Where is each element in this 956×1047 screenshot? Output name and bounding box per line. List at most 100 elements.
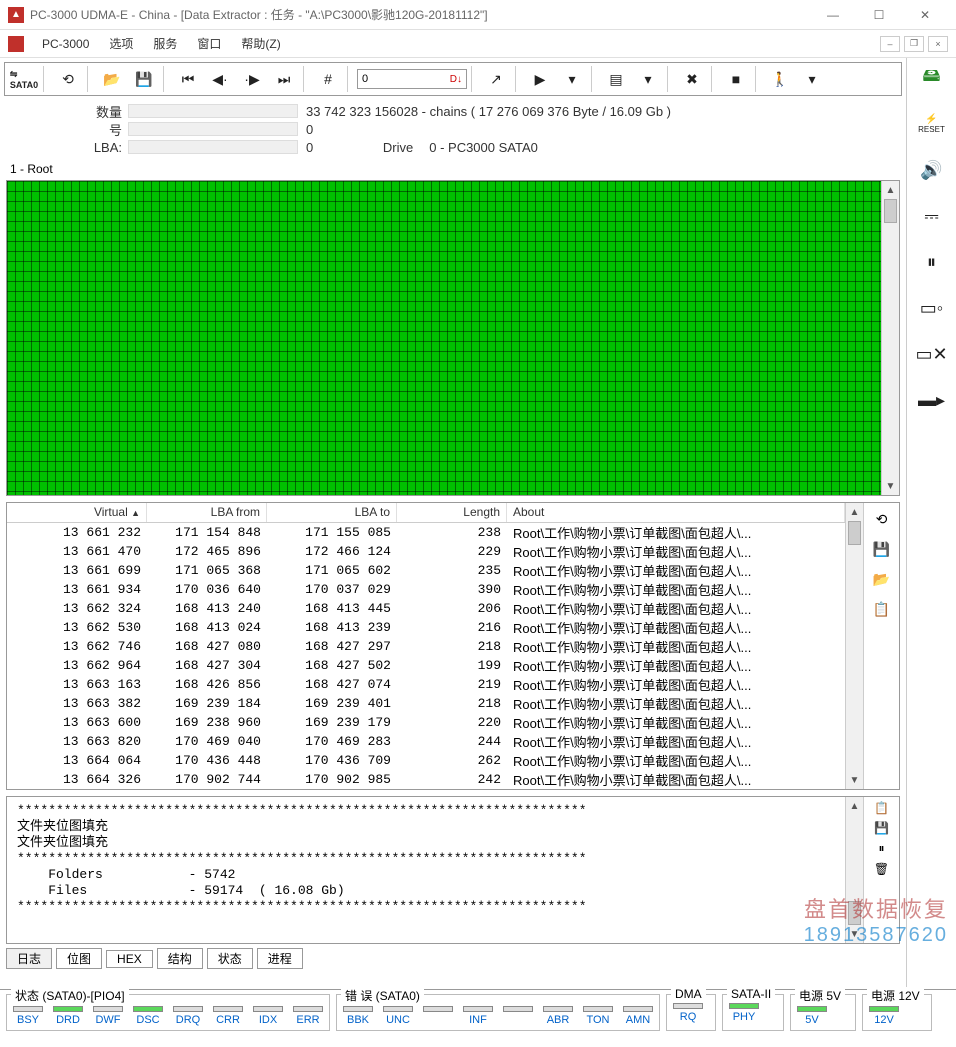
prev-icon[interactable]: ◀·	[205, 66, 235, 92]
list-dropdown-icon[interactable]: ▾	[633, 66, 663, 92]
connector-icon[interactable]: ⎓	[916, 202, 948, 230]
log-clear-icon[interactable]: 🗑	[874, 862, 889, 876]
tab-log[interactable]: 日志	[6, 948, 52, 969]
lba-label: LBA:	[8, 140, 128, 155]
refresh-icon[interactable]: ⟲	[53, 66, 83, 92]
pause-icon[interactable]: ⏸	[916, 248, 948, 276]
tab-status[interactable]: 状态	[207, 948, 253, 969]
play-dropdown-icon[interactable]: ▾	[557, 66, 587, 92]
minimize-button[interactable]: —	[810, 0, 856, 30]
lba-bar	[128, 140, 298, 154]
table-scrollbar[interactable]: ▲ ▼	[845, 503, 863, 789]
scroll-up-icon[interactable]: ▲	[846, 797, 863, 815]
table-row[interactable]: 13 662 530168 413 024168 413 239216Root\…	[7, 618, 845, 637]
play-icon[interactable]: ▶	[525, 66, 555, 92]
mdi-minimize[interactable]: –	[880, 36, 900, 52]
mdi-restore[interactable]: ❐	[904, 36, 924, 52]
scroll-thumb[interactable]	[884, 199, 897, 223]
exit-icon[interactable]: 🚶	[765, 66, 795, 92]
table-row[interactable]: 13 664 326170 902 744170 902 985242Root\…	[7, 770, 845, 789]
table-row[interactable]: 13 663 600169 238 960169 239 179220Root\…	[7, 713, 845, 732]
num-label: 号	[8, 120, 128, 139]
grid-icon[interactable]: #	[313, 66, 343, 92]
scroll-down-icon[interactable]: ▼	[846, 925, 863, 943]
last-icon[interactable]: ⏭	[269, 66, 299, 92]
next-icon[interactable]: ·▶	[237, 66, 267, 92]
menu-services[interactable]: 服务	[143, 35, 187, 52]
table-row[interactable]: 13 661 232171 154 848171 155 085238Root\…	[7, 523, 845, 542]
scroll-thumb[interactable]	[848, 521, 861, 545]
table-row[interactable]: 13 663 163168 426 856168 427 074219Root\…	[7, 675, 845, 694]
title-bar: ▲ PC-3000 UDMA-E - China - [Data Extract…	[0, 0, 956, 30]
th-lbato[interactable]: LBA to	[267, 503, 397, 522]
close-button[interactable]: ✕	[902, 0, 948, 30]
th-length[interactable]: Length	[397, 503, 507, 522]
right-toolbar: 🖴 ⚡RESET 🔊 ⎓ ⏸ ▭◦ ▭✕ ▬▸	[906, 58, 956, 989]
scroll-thumb[interactable]	[848, 901, 861, 925]
app-icon-small	[8, 36, 24, 52]
sector-map-grid[interactable]	[7, 181, 881, 495]
table-row[interactable]: 13 663 382169 239 184169 239 401218Root\…	[7, 694, 845, 713]
table-body: 13 661 232171 154 848171 155 085238Root\…	[7, 523, 845, 789]
save-icon[interactable]: 💾	[129, 66, 159, 92]
log-pause-icon[interactable]: ⏸	[878, 841, 884, 856]
toolbar: ⇋SATA0 ⟲ 📂 💾 ⏮ ◀· ·▶ ⏭ # 0D↓ ↗ ▶ ▾ ▤ ▾ ✖	[4, 62, 902, 96]
mdi-close[interactable]: ×	[928, 36, 948, 52]
stop-icon[interactable]: ■	[721, 66, 751, 92]
scroll-up-icon[interactable]: ▲	[882, 181, 899, 199]
side-open-icon[interactable]: 📂	[869, 567, 895, 591]
table-row[interactable]: 13 664 064170 436 448170 436 709262Root\…	[7, 751, 845, 770]
tab-struct[interactable]: 结构	[157, 948, 203, 969]
th-virtual[interactable]: Virtual ▲	[7, 503, 147, 522]
table-row[interactable]: 13 661 470172 465 896172 466 124229Root\…	[7, 542, 845, 561]
table-side-toolbar: ⟲ 💾 📂 📋	[863, 503, 899, 789]
led-TON: TON	[581, 1006, 615, 1026]
table-row[interactable]: 13 662 746168 427 080168 427 297218Root\…	[7, 637, 845, 656]
th-about[interactable]: About	[507, 503, 845, 522]
table-row[interactable]: 13 661 699171 065 368171 065 602235Root\…	[7, 561, 845, 580]
export-icon[interactable]: ↗	[481, 66, 511, 92]
list-icon[interactable]: ▤	[601, 66, 631, 92]
reset-icon[interactable]: ⚡RESET	[916, 110, 948, 138]
tab-process[interactable]: 进程	[257, 948, 303, 969]
drive-label: Drive	[353, 140, 413, 155]
menu-options[interactable]: 选项	[99, 35, 143, 52]
open-icon[interactable]: 📂	[97, 66, 127, 92]
side-save-icon[interactable]: 💾	[869, 537, 895, 561]
card-icon[interactable]: ▬▸	[916, 386, 948, 414]
exit-dropdown-icon[interactable]: ▾	[797, 66, 827, 92]
led-BBK: BBK	[341, 1006, 375, 1026]
scroll-down-icon[interactable]: ▼	[846, 771, 863, 789]
sata-button[interactable]: ⇋SATA0	[9, 66, 39, 92]
tools-icon[interactable]: ✖	[677, 66, 707, 92]
maximize-button[interactable]: ☐	[856, 0, 902, 30]
table-row[interactable]: 13 663 820170 469 040170 469 283244Root\…	[7, 732, 845, 751]
log-save-icon[interactable]: 💾	[874, 821, 889, 835]
scroll-up-icon[interactable]: ▲	[846, 503, 863, 521]
speaker-icon[interactable]: 🔊	[916, 156, 948, 184]
ram-icon[interactable]: ▭✕	[916, 340, 948, 368]
tab-hex[interactable]: HEX	[106, 950, 153, 968]
side-refresh-icon[interactable]: ⟲	[869, 507, 895, 531]
menu-window[interactable]: 窗口	[187, 35, 231, 52]
table-row[interactable]: 13 661 934170 036 640170 037 029390Root\…	[7, 580, 845, 599]
chip-icon[interactable]: ▭◦	[916, 294, 948, 322]
side-copy-icon[interactable]: 📋	[869, 597, 895, 621]
th-lbafrom[interactable]: LBA from	[147, 503, 267, 522]
first-icon[interactable]: ⏮	[173, 66, 203, 92]
num-bar	[128, 122, 298, 136]
disk-icon[interactable]: 🖴	[916, 64, 948, 92]
table-row[interactable]: 13 662 324168 413 240168 413 445206Root\…	[7, 599, 845, 618]
tab-bitmap[interactable]: 位图	[56, 948, 102, 969]
log-copy-icon[interactable]: 📋	[874, 801, 889, 815]
menu-pc3000[interactable]: PC-3000	[32, 37, 99, 51]
led-DSC: DSC	[131, 1006, 165, 1026]
menu-help[interactable]: 帮助(Z)	[231, 35, 290, 52]
map-scrollbar[interactable]: ▲ ▼	[881, 181, 899, 495]
address-input[interactable]: 0D↓	[357, 69, 467, 89]
scroll-down-icon[interactable]: ▼	[882, 477, 899, 495]
log-scrollbar[interactable]: ▲ ▼	[845, 797, 863, 943]
sector-map: ▲ ▼	[6, 180, 900, 496]
table-row[interactable]: 13 662 964168 427 304168 427 502199Root\…	[7, 656, 845, 675]
root-label: 1 - Root	[0, 158, 906, 180]
